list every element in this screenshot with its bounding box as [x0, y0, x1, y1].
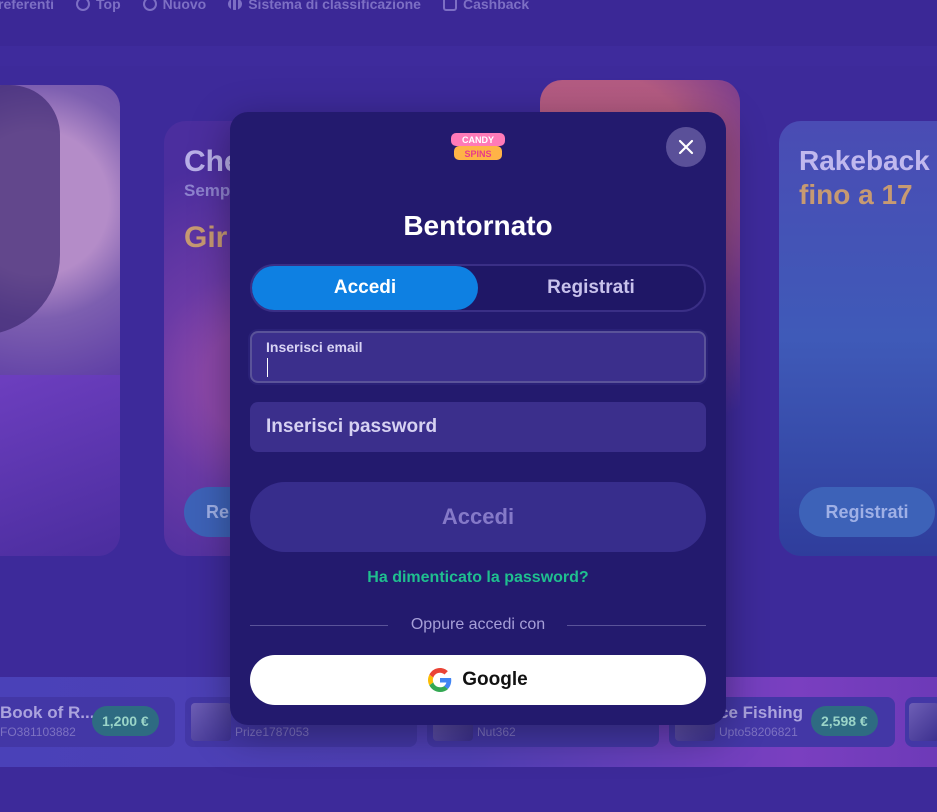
promo-highlight: Gir: [184, 221, 228, 254]
google-login-button[interactable]: Google: [250, 655, 706, 705]
google-icon: [428, 668, 452, 692]
svg-text:CANDY: CANDY: [462, 135, 494, 145]
bars-chart-icon: [228, 0, 243, 10]
winner-user: Nut362: [477, 725, 516, 739]
winner-user: Prize1787053: [235, 725, 310, 739]
dress-shape: [0, 375, 120, 556]
circle-icon: [76, 0, 91, 11]
promo-card-rakeback[interactable]: Rakeback fino a 17 Registrati: [779, 121, 937, 556]
close-button[interactable]: [666, 127, 706, 167]
tab-login[interactable]: Accedi: [252, 266, 478, 310]
svg-text:SPINS: SPINS: [464, 149, 491, 159]
game-thumbnail: [191, 703, 231, 741]
close-icon: [678, 139, 694, 155]
divider-right: [567, 625, 706, 626]
winner-game: ce Fishing: [719, 703, 804, 722]
email-field[interactable]: Inserisci email: [250, 331, 706, 383]
password-field[interactable]: Inserisci password: [250, 402, 706, 452]
register-promo-button[interactable]: Registrati: [799, 487, 935, 537]
top-navigation: referenti Top Nuovo Sistema di classific…: [0, 0, 937, 46]
candy-spins-logo: CANDY SPINS: [451, 133, 505, 160]
promo-highlight: fino a 17: [799, 179, 913, 210]
promo-card-model[interactable]: [0, 85, 120, 556]
nav-item-cashback[interactable]: Cashback: [442, 0, 529, 12]
wallet-icon: [442, 0, 457, 11]
promo-subtitle: Semp: [184, 181, 231, 200]
sparkle-icon: [142, 0, 157, 11]
winner-user: FO381103882: [0, 725, 76, 739]
game-thumbnail: [909, 703, 937, 741]
forgot-password-link[interactable]: Ha dimenticato la password?: [230, 569, 726, 587]
text-caret: [267, 358, 268, 377]
login-modal: CANDY SPINS Bentornato Accedi Registrati…: [230, 112, 726, 725]
winner-amount: 1,200 €: [92, 706, 159, 736]
page-bottom: [0, 767, 937, 812]
winner-game: Book of R...: [0, 703, 95, 722]
nav-item-nuovo[interactable]: Nuovo: [142, 0, 206, 12]
winner-user: Upto58206821: [719, 725, 798, 739]
nav-item-top[interactable]: Top: [76, 0, 121, 12]
login-submit-button[interactable]: Accedi: [250, 482, 706, 552]
email-label: Inserisci email: [266, 339, 363, 355]
password-placeholder: Inserisci password: [266, 416, 438, 437]
nav-item-ranking[interactable]: Sistema di classificazione: [228, 0, 421, 12]
google-label: Google: [462, 669, 528, 690]
winner-item[interactable]: Book of R... FO381103882 1,200 €: [0, 697, 175, 747]
winner-amount: 2,598 €: [811, 706, 878, 736]
nav-item-referenti[interactable]: referenti: [0, 0, 54, 12]
nav-separator: [0, 46, 937, 66]
tab-register[interactable]: Registrati: [478, 266, 704, 310]
auth-tabs: Accedi Registrati: [250, 264, 706, 312]
hair-shape: [0, 85, 60, 335]
promo-title: Rakeback: [799, 145, 930, 176]
winner-item[interactable]: [905, 697, 937, 747]
modal-title: Bentornato: [403, 210, 553, 241]
